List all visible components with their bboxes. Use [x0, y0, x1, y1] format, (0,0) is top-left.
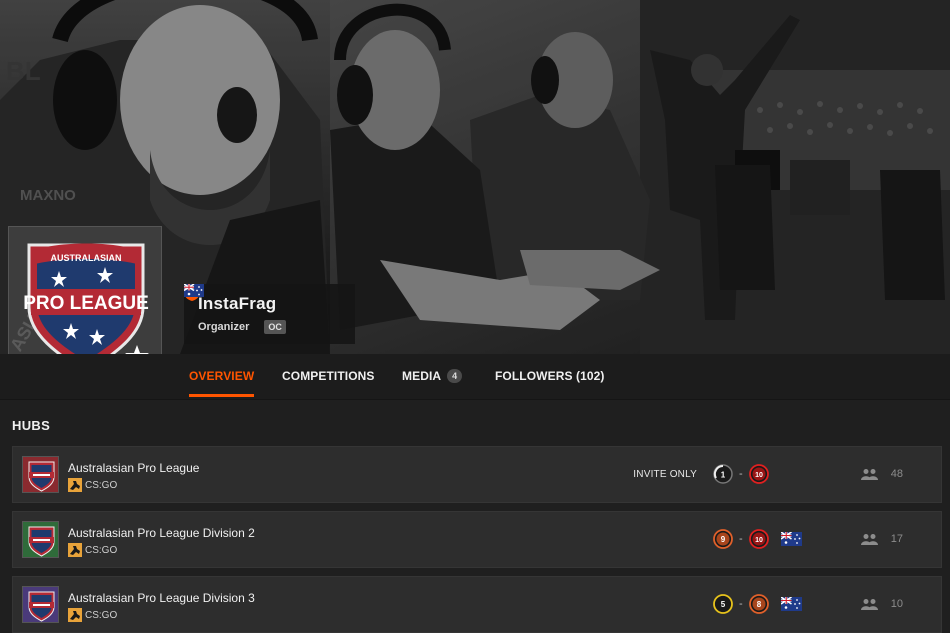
hub-game: CS:GO [68, 543, 117, 557]
skill-separator: - [739, 598, 743, 610]
hub-game: CS:GO [68, 608, 117, 622]
hub-name: Australasian Pro League [68, 461, 200, 475]
australia-flag-icon [781, 532, 802, 546]
skill-level-min-icon: 5 [713, 594, 733, 614]
tab-competitions-label: COMPETITIONS [282, 369, 375, 383]
member-count: 10 [860, 598, 903, 610]
csgo-icon [68, 543, 82, 557]
australia-flag-icon [184, 284, 204, 297]
hub-row[interactable]: Australasian Pro League CS:GO INVITE ONL… [12, 446, 942, 503]
hubs-title: HUBS [12, 418, 51, 433]
hub-logo [22, 586, 59, 623]
tab-competitions[interactable]: COMPETITIONS [282, 354, 375, 398]
pro-league-shield-icon [23, 522, 58, 557]
hub-game-label: CS:GO [85, 544, 118, 556]
skill-level-max-icon: 10 [748, 464, 769, 484]
pro-league-shield-icon: ASIAN AUSTRALASIAN PRO LEAGUE [9, 227, 161, 354]
svg-text:8: 8 [756, 600, 761, 609]
hub-logo [22, 456, 59, 493]
skill-level-max-icon: 10 [748, 529, 769, 549]
member-count-value: 17 [890, 533, 903, 545]
skill-separator: - [739, 533, 743, 545]
member-count: 48 [860, 468, 903, 480]
hub-game-label: CS:GO [85, 609, 118, 621]
pro-league-shield-icon [23, 587, 58, 622]
svg-text:10: 10 [755, 472, 763, 479]
hub-row[interactable]: Australasian Pro League Division 2 CS:GO… [12, 511, 942, 568]
tab-overview-label: OVERVIEW [189, 369, 255, 383]
svg-text:1: 1 [721, 471, 726, 480]
svg-text:10: 10 [755, 537, 763, 544]
profile-tabs: OVERVIEW COMPETITIONS MEDIA 4 FOLLOWERS (… [0, 354, 950, 400]
hub-name: Australasian Pro League Division 2 [68, 526, 255, 540]
region-tag: OC [264, 320, 286, 334]
skill-range: 5 - 8 [713, 594, 769, 614]
skill-level-max-icon: 8 [748, 594, 769, 614]
members-icon [860, 599, 878, 610]
csgo-icon [68, 608, 82, 622]
header-banner: BL MAXNO ASIAN AUSTRALASIAN PRO LEAGUE I… [0, 0, 950, 354]
csgo-icon [68, 478, 82, 492]
hub-game-label: CS:GO [85, 479, 118, 491]
member-count: 17 [860, 533, 903, 545]
media-count-badge: 4 [447, 369, 463, 383]
invite-only-label: INVITE ONLY [633, 469, 697, 480]
member-count-value: 10 [890, 598, 903, 610]
pro-league-shield-icon [23, 457, 58, 492]
organizer-logo[interactable]: ASIAN AUSTRALASIAN PRO LEAGUE [8, 226, 162, 354]
hub-name: Australasian Pro League Division 3 [68, 591, 255, 605]
skill-range: 1 - 10 [713, 464, 769, 484]
members-icon [860, 534, 878, 545]
skill-range: 9 - 10 [713, 529, 769, 549]
hub-game: CS:GO [68, 478, 117, 492]
svg-text:9: 9 [721, 535, 726, 544]
hub-row[interactable]: Australasian Pro League Division 3 CS:GO… [12, 576, 942, 633]
tab-overview[interactable]: OVERVIEW [189, 354, 255, 398]
tab-followers-label: FOLLOWERS (102) [495, 369, 605, 383]
organizer-role: Organizer [198, 321, 250, 333]
hub-logo [22, 521, 59, 558]
skill-separator: - [739, 468, 743, 480]
organizer-info: InstaFrag Organizer OC [184, 284, 355, 344]
australia-flag-icon [781, 597, 802, 611]
members-icon [860, 469, 878, 480]
tab-media-label: MEDIA [402, 369, 442, 383]
skill-level-min-icon: 1 [713, 464, 733, 484]
svg-text:PRO LEAGUE: PRO LEAGUE [23, 293, 149, 314]
skill-level-min-icon: 9 [713, 529, 733, 549]
svg-text:5: 5 [721, 600, 726, 609]
overview-content: HUBS Australasian Pro League CS:GO INVIT… [0, 400, 950, 633]
tab-media[interactable]: MEDIA 4 [402, 354, 463, 398]
svg-text:AUSTRALASIAN: AUSTRALASIAN [51, 253, 122, 263]
member-count-value: 48 [890, 468, 903, 480]
organizer-name: InstaFrag [198, 294, 277, 313]
tab-followers[interactable]: FOLLOWERS (102) [495, 354, 605, 398]
